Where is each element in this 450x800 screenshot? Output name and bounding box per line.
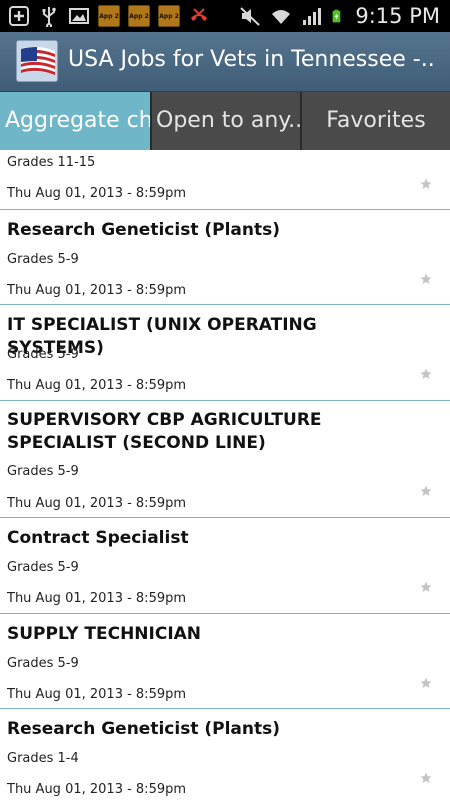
- job-grade: Grades 5-9: [7, 347, 79, 362]
- tab-aggregate[interactable]: Aggregate ch: [0, 92, 150, 150]
- job-date: Thu Aug 01, 2013 - 8:59pm: [7, 496, 187, 511]
- list-item[interactable]: Research Geneticist (Plants) Grades 5-9 …: [0, 210, 450, 305]
- favorite-star-icon[interactable]: [420, 772, 432, 784]
- tab-open-to-any[interactable]: Open to any..: [150, 92, 300, 150]
- tab-bar: Aggregate ch Open to any.. Favorites: [0, 92, 450, 150]
- favorite-star-icon[interactable]: [420, 677, 432, 689]
- job-date: Thu Aug 01, 2013 - 8:59pm: [7, 283, 187, 298]
- system-icons: 9:15 PM: [239, 0, 440, 32]
- job-grade: Grades 5-9: [7, 464, 79, 479]
- job-grade: Grades 1-4: [7, 751, 79, 766]
- favorite-star-icon[interactable]: [420, 485, 432, 497]
- job-title: SUPPLY TECHNICIAN: [7, 624, 202, 644]
- job-list[interactable]: Grades 11-15 Thu Aug 01, 2013 - 8:59pm R…: [0, 150, 450, 800]
- job-grade: Grades 5-9: [7, 656, 79, 671]
- app-notification-icon: App 2: [98, 5, 120, 27]
- status-bar: App 2 App 2 App 2 9:15 PM: [0, 0, 450, 32]
- image-icon: [69, 8, 89, 24]
- job-title: Research Geneticist (Plants): [7, 719, 281, 739]
- job-grade: Grades 5-9: [7, 252, 79, 267]
- job-title: SUPERVISORY CBP AGRICULTURE SPECIALIST (…: [7, 410, 322, 453]
- clock: 9:15 PM: [355, 4, 440, 28]
- job-grade: Grades 11-15: [7, 155, 96, 170]
- list-item[interactable]: IT SPECIALIST (UNIX OPERATING SYSTEMS) G…: [0, 305, 450, 401]
- list-item[interactable]: Grades 11-15 Thu Aug 01, 2013 - 8:59pm: [0, 150, 450, 210]
- job-date: Thu Aug 01, 2013 - 8:59pm: [7, 687, 187, 702]
- favorite-star-icon[interactable]: [420, 581, 432, 593]
- wifi-icon: [272, 10, 291, 24]
- list-item[interactable]: Research Geneticist (Plants) Grades 1-4 …: [0, 709, 450, 800]
- list-item[interactable]: SUPPLY TECHNICIAN Grades 5-9 Thu Aug 01,…: [0, 614, 450, 709]
- tab-favorites[interactable]: Favorites: [300, 92, 450, 150]
- job-grade: Grades 5-9: [7, 560, 79, 575]
- app-notification-icon: App 2: [158, 5, 180, 27]
- notification-icons: App 2 App 2 App 2: [8, 3, 210, 29]
- app-notification-icon: App 2: [128, 5, 150, 27]
- signal-icon: [303, 8, 322, 25]
- app-title: USA Jobs for Vets in Tennessee -..: [68, 47, 435, 72]
- job-date: Thu Aug 01, 2013 - 8:59pm: [7, 591, 187, 606]
- us-flag-icon[interactable]: [16, 40, 58, 82]
- job-date: Thu Aug 01, 2013 - 8:59pm: [7, 378, 187, 393]
- favorite-star-icon[interactable]: [420, 178, 432, 190]
- missed-call-icon: [191, 8, 207, 21]
- action-bar: USA Jobs for Vets in Tennessee -..: [0, 32, 450, 92]
- favorite-star-icon[interactable]: [420, 368, 432, 380]
- add-icon: [9, 6, 29, 26]
- favorite-star-icon[interactable]: [420, 273, 432, 285]
- mute-icon: [240, 7, 261, 26]
- battery-charging-icon: [333, 9, 341, 23]
- list-item[interactable]: Contract Specialist Grades 5-9 Thu Aug 0…: [0, 518, 450, 614]
- job-date: Thu Aug 01, 2013 - 8:59pm: [7, 782, 187, 797]
- job-title: Research Geneticist (Plants): [7, 220, 281, 240]
- job-date: Thu Aug 01, 2013 - 8:59pm: [7, 186, 187, 201]
- list-item[interactable]: SUPERVISORY CBP AGRICULTURE SPECIALIST (…: [0, 401, 450, 518]
- usb-icon: [42, 7, 56, 27]
- job-title: Contract Specialist: [7, 528, 189, 548]
